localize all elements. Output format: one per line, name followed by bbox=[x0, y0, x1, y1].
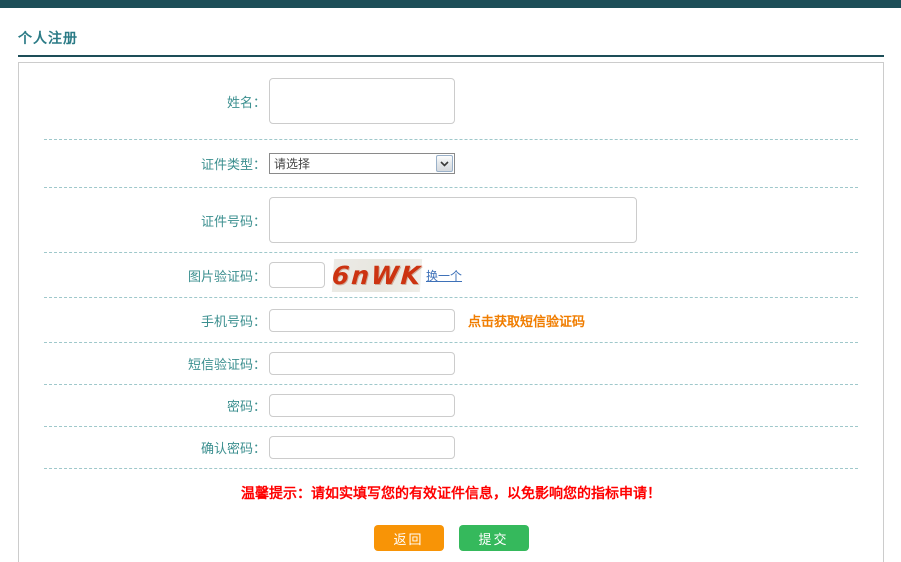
password-label: 密码： bbox=[19, 396, 269, 415]
id-type-selected-value: 请选择 bbox=[270, 155, 436, 172]
row-mobile: 手机号码： 点击获取短信验证码 bbox=[19, 298, 883, 342]
row-sms-code: 短信验证码： bbox=[19, 343, 883, 384]
confirm-password-input[interactable] bbox=[269, 436, 455, 459]
form-actions: 返回 提交 bbox=[19, 525, 883, 551]
id-type-label: 证件类型： bbox=[19, 154, 269, 173]
mobile-label: 手机号码： bbox=[19, 311, 269, 330]
captcha-label: 图片验证码： bbox=[19, 266, 269, 285]
sms-code-label: 短信验证码： bbox=[19, 354, 269, 373]
captcha-image: 6nWK bbox=[332, 259, 422, 292]
submit-button[interactable]: 提交 bbox=[459, 525, 529, 551]
mobile-input[interactable] bbox=[269, 309, 455, 332]
row-password: 密码： bbox=[19, 385, 883, 426]
row-confirm-password: 确认密码： bbox=[19, 427, 883, 468]
captcha-input[interactable] bbox=[269, 262, 325, 288]
page-header: 个人注册 bbox=[18, 22, 884, 57]
id-type-select[interactable]: 请选择 bbox=[269, 153, 455, 174]
page-title: 个人注册 bbox=[18, 31, 78, 47]
sms-code-input[interactable] bbox=[269, 352, 455, 375]
name-input[interactable] bbox=[269, 78, 455, 124]
registration-form-panel: 姓名： 证件类型： 请选择 证件号码： 图片验证码： 6nWK 换一个 手机号码… bbox=[18, 62, 884, 562]
row-id-type: 证件类型： 请选择 bbox=[19, 140, 883, 187]
row-name: 姓名： bbox=[19, 63, 883, 139]
chevron-down-icon[interactable] bbox=[436, 155, 453, 172]
confirm-password-label: 确认密码： bbox=[19, 438, 269, 457]
warm-notice-text: 温馨提示：请如实填写您的有效证件信息，以免影响您的指标申请！ bbox=[241, 483, 661, 503]
id-number-input[interactable] bbox=[269, 197, 637, 243]
captcha-refresh-link[interactable]: 换一个 bbox=[426, 267, 462, 284]
back-button[interactable]: 返回 bbox=[374, 525, 444, 551]
row-id-number: 证件号码： bbox=[19, 188, 883, 252]
password-input[interactable] bbox=[269, 394, 455, 417]
captcha-group: 6nWK 换一个 bbox=[269, 259, 462, 292]
name-label: 姓名： bbox=[19, 92, 269, 111]
row-captcha: 图片验证码： 6nWK 换一个 bbox=[19, 253, 883, 297]
get-sms-code-link[interactable]: 点击获取短信验证码 bbox=[468, 311, 585, 330]
id-number-label: 证件号码： bbox=[19, 211, 269, 230]
top-accent-bar bbox=[0, 0, 901, 8]
notice-area: 温馨提示：请如实填写您的有效证件信息，以免影响您的指标申请！ bbox=[19, 469, 883, 516]
